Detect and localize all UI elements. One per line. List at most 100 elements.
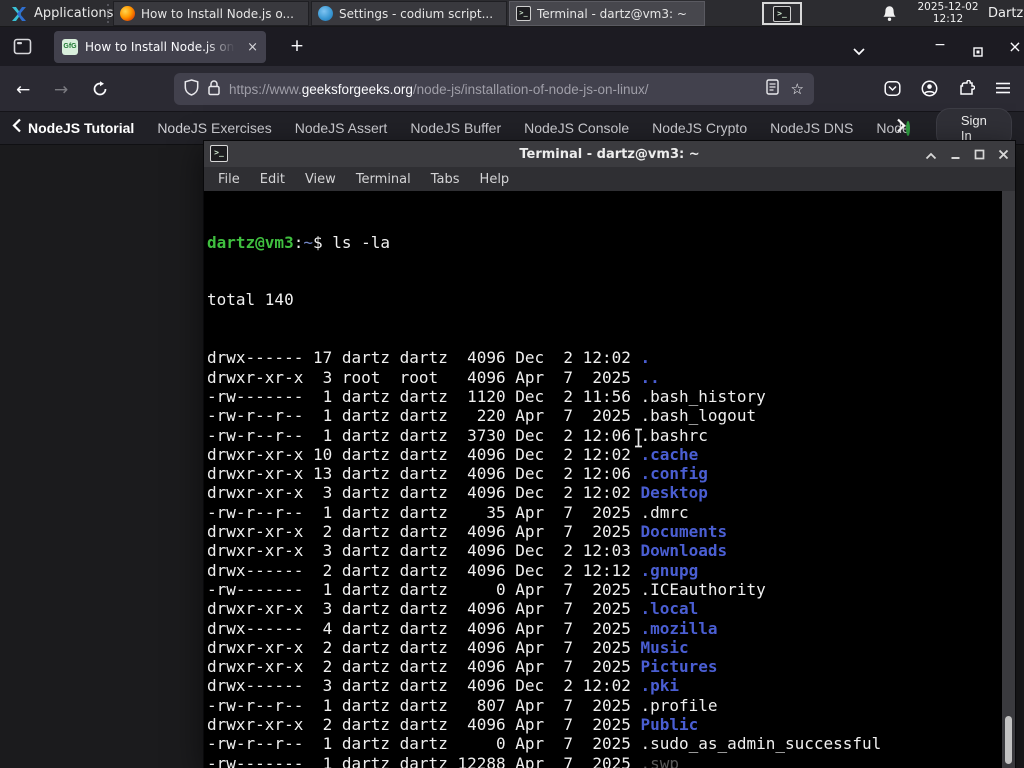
prompt-user-host: dartz@vm3 bbox=[207, 232, 294, 252]
url-domain: geeksforgeeks.org bbox=[301, 81, 413, 97]
workspace-switcher[interactable]: >_ bbox=[762, 2, 802, 25]
clock-time: 12:12 bbox=[932, 12, 964, 25]
codium-icon bbox=[318, 6, 333, 21]
new-tab-button[interactable]: + bbox=[284, 34, 310, 60]
firefox-icon bbox=[120, 6, 135, 21]
shield-icon[interactable] bbox=[184, 78, 199, 100]
terminal-listing-line: drwxr-xr-x 2 dartz dartz 4096 Apr 7 2025… bbox=[207, 657, 718, 677]
terminal-menu-view[interactable]: View bbox=[295, 172, 346, 187]
nav-item-nodejs-crypto[interactable]: NodeJS Crypto bbox=[652, 120, 747, 136]
terminal-menu-help[interactable]: Help bbox=[470, 172, 520, 187]
nav-item-nodejs-dns[interactable]: NodeJS DNS bbox=[770, 120, 853, 136]
pocket-icon[interactable] bbox=[884, 80, 901, 101]
terminal-listing-line: -rw------- 1 dartz dartz 0 Apr 7 2025 .I… bbox=[207, 579, 766, 599]
nav-item-nodejs-assert[interactable]: NodeJS Assert bbox=[295, 120, 388, 136]
browser-maximize-button[interactable] bbox=[963, 35, 993, 59]
prompt-symbol: $ bbox=[312, 232, 323, 252]
url-scheme: https://www. bbox=[229, 81, 302, 97]
terminal-listing-line: -rw-r--r-- 1 dartz dartz 35 Apr 7 2025 .… bbox=[207, 502, 689, 522]
terminal-listing-line: drwxr-xr-x 10 dartz dartz 4096 Dec 2 12:… bbox=[207, 444, 699, 464]
back-button[interactable]: ← bbox=[16, 80, 30, 100]
terminal-listing-line: -rw------- 1 dartz dartz 1120 Dec 2 11:5… bbox=[207, 386, 766, 406]
site-nav-items: NodeJS Tutorial NodeJS Exercises NodeJS As… bbox=[28, 120, 910, 136]
clock-date: 2025-12-02 bbox=[917, 1, 979, 13]
terminal-command: ls -la bbox=[332, 232, 391, 252]
desktop: Applications How to Install Node.js o...… bbox=[0, 0, 1024, 768]
nav-item-nodejs-tutorial[interactable]: NodeJS Tutorial bbox=[28, 120, 134, 136]
toolbar-right-icons bbox=[884, 79, 1011, 101]
terminal-minimize-button[interactable] bbox=[950, 145, 961, 164]
terminal-listing: drwx------ 17 dartz dartz 4096 Dec 2 12:… bbox=[207, 348, 1015, 768]
nav-item-nodejs-exercises[interactable]: NodeJS Exercises bbox=[157, 120, 271, 136]
browser-tab-active[interactable]: GfG How to Install Node.js on × bbox=[54, 31, 266, 63]
browser-minimize-button[interactable]: − bbox=[925, 35, 955, 59]
terminal-listing-line: -rw-r--r-- 1 dartz dartz 220 Apr 7 2025 … bbox=[207, 406, 757, 426]
applications-logo-icon bbox=[12, 6, 26, 21]
terminal-listing-line: -rw-r--r-- 1 dartz dartz 3730 Dec 2 12:0… bbox=[207, 425, 708, 445]
list-tabs-chevron-icon[interactable] bbox=[852, 41, 866, 60]
taskbar-window-terminal[interactable]: >_ Terminal - dartz@vm3: ~ bbox=[509, 1, 705, 26]
nav-scroll-right-icon[interactable] bbox=[896, 118, 906, 138]
applications-label: Applications bbox=[34, 6, 114, 21]
terminal-listing-line: drwxr-xr-x 2 dartz dartz 4096 Apr 7 2025… bbox=[207, 715, 699, 735]
taskbar-window-title: How to Install Node.js o... bbox=[141, 6, 294, 21]
bookmark-star-icon[interactable]: ☆ bbox=[791, 80, 804, 98]
lock-icon[interactable] bbox=[207, 79, 221, 100]
terminal-prompt-line: dartz@vm3:~$ ls -la bbox=[207, 233, 1015, 252]
taskbar-windows: How to Install Node.js o... Settings - co… bbox=[113, 1, 705, 26]
terminal-window: >_ Terminal - dartz@vm3: ~ File Edit View T… bbox=[203, 140, 1016, 768]
tab-close-icon[interactable]: × bbox=[247, 40, 258, 55]
prompt-path: ~ bbox=[303, 232, 313, 252]
terminal-maximize-button[interactable] bbox=[974, 145, 985, 164]
geeksforgeeks-favicon: GfG bbox=[62, 39, 78, 55]
search-icon[interactable] bbox=[905, 120, 910, 136]
terminal-menu-tabs[interactable]: Tabs bbox=[421, 172, 470, 187]
notification-bell-icon[interactable] bbox=[882, 5, 897, 26]
terminal-titlebar-icon: >_ bbox=[210, 145, 228, 162]
nav-scroll-left-icon[interactable] bbox=[12, 118, 22, 138]
terminal-listing-line: -rw------- 1 dartz dartz 12288 Apr 7 202… bbox=[207, 753, 680, 768]
applications-menu-button[interactable]: Applications bbox=[2, 1, 121, 26]
taskbar-window-firefox[interactable]: How to Install Node.js o... bbox=[113, 1, 309, 26]
terminal-listing-line: drwxr-xr-x 2 dartz dartz 4096 Apr 7 2025… bbox=[207, 637, 689, 657]
terminal-listing-line: drwxr-xr-x 3 dartz dartz 4096 Dec 2 12:0… bbox=[207, 483, 708, 503]
terminal-listing-line: drwx------ 4 dartz dartz 4096 Apr 7 2025… bbox=[207, 618, 718, 638]
url-text[interactable]: https://www.geeksforgeeks.org/node-js/in… bbox=[229, 82, 758, 97]
terminal-menu-edit[interactable]: Edit bbox=[250, 172, 295, 187]
taskbar-window-title: Settings - codium script... bbox=[339, 6, 494, 21]
taskbar-clock[interactable]: 2025-12-02 12:12 bbox=[916, 1, 980, 25]
extensions-puzzle-icon[interactable] bbox=[958, 79, 976, 101]
terminal-listing-line: drwx------ 17 dartz dartz 4096 Dec 2 12:… bbox=[207, 348, 651, 368]
nav-item-nodejs-console[interactable]: NodeJS Console bbox=[524, 120, 629, 136]
terminal-menu-terminal[interactable]: Terminal bbox=[346, 172, 421, 187]
url-path: /node-js/installation-of-node-js-on-linu… bbox=[412, 81, 649, 97]
terminal-close-button[interactable] bbox=[998, 145, 1009, 164]
taskbar-separator bbox=[107, 4, 110, 23]
browser-close-button[interactable]: × bbox=[1000, 35, 1024, 59]
nav-item-nodejs-buffer[interactable]: NodeJS Buffer bbox=[410, 120, 501, 136]
mouse-cursor bbox=[632, 428, 645, 452]
terminal-listing-line: -rw-r--r-- 1 dartz dartz 0 Apr 7 2025 .s… bbox=[207, 734, 882, 754]
hamburger-menu-icon[interactable] bbox=[995, 80, 1011, 101]
terminal-listing-line: drwxr-xr-x 3 dartz dartz 4096 Dec 2 12:0… bbox=[207, 541, 728, 561]
terminal-listing-line: drwxr-xr-x 2 dartz dartz 4096 Apr 7 2025… bbox=[207, 522, 728, 542]
terminal-titlebar[interactable]: >_ Terminal - dartz@vm3: ~ bbox=[204, 141, 1015, 167]
forward-button[interactable]: → bbox=[54, 80, 68, 100]
terminal-shade-button[interactable] bbox=[925, 145, 937, 164]
terminal-icon: >_ bbox=[516, 6, 531, 21]
terminal-scrollbar[interactable] bbox=[1002, 191, 1015, 768]
url-bar[interactable]: https://www.geeksforgeeks.org/node-js/in… bbox=[174, 73, 814, 105]
workspace-terminal-icon: >_ bbox=[773, 5, 791, 22]
tab-title: How to Install Node.js on bbox=[85, 40, 235, 54]
terminal-body[interactable]: dartz@vm3:~$ ls -la total 140 drwx------ … bbox=[204, 191, 1015, 768]
firefox-view-icon[interactable] bbox=[12, 36, 33, 61]
taskbar-user[interactable]: Dartz bbox=[988, 6, 1023, 21]
reader-mode-icon[interactable] bbox=[765, 79, 779, 99]
terminal-listing-line: drwxr-xr-x 13 dartz dartz 4096 Dec 2 12:… bbox=[207, 464, 708, 484]
terminal-menu-file[interactable]: File bbox=[208, 172, 250, 187]
reload-button[interactable] bbox=[92, 81, 108, 101]
taskbar-window-codium[interactable]: Settings - codium script... bbox=[311, 1, 507, 26]
account-icon[interactable] bbox=[921, 80, 938, 101]
terminal-listing-line: drwx------ 2 dartz dartz 4096 Dec 2 12:1… bbox=[207, 560, 699, 580]
terminal-scrollbar-thumb[interactable] bbox=[1005, 716, 1012, 764]
